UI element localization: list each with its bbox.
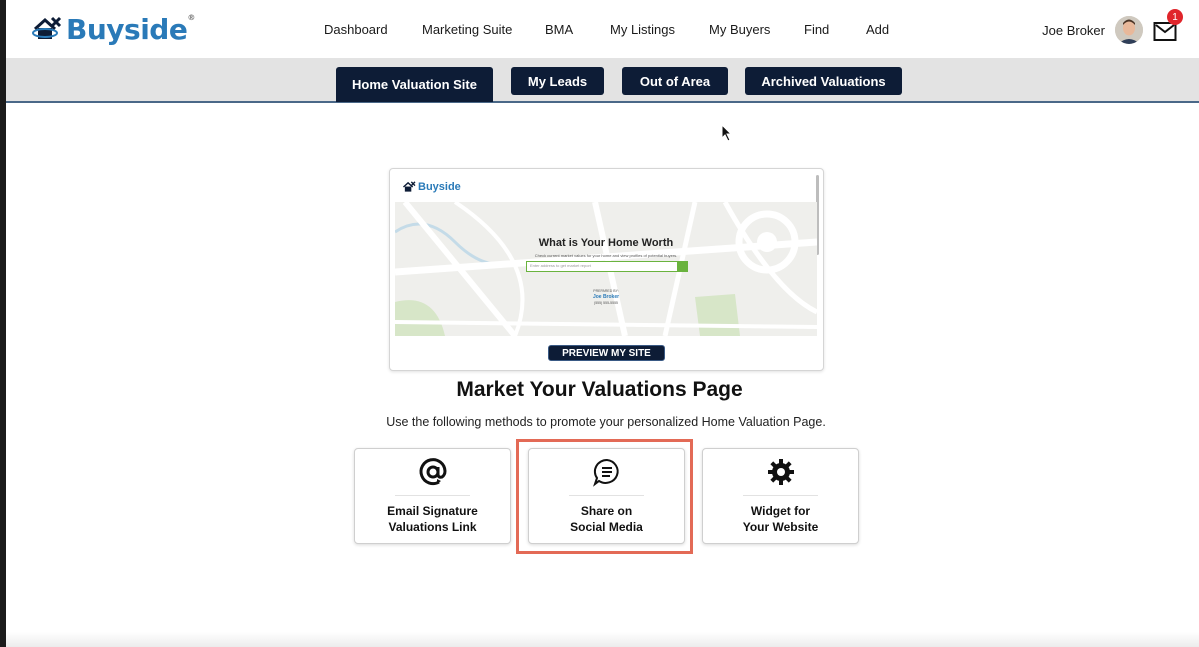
preview-my-site-button[interactable]: PREVIEW MY SITE [548, 345, 665, 361]
email-signature-label: Email Signature Valuations Link [387, 504, 478, 534]
preview-search-icon[interactable] [677, 262, 687, 271]
user-name[interactable]: Joe Broker [1042, 23, 1105, 38]
tab-out-of-area[interactable]: Out of Area [622, 67, 728, 95]
preview-prepared-by: PREPARED BY: [593, 289, 619, 293]
preview-logo-icon [402, 181, 416, 192]
preview-headline: What is Your Home Worth [538, 237, 674, 249]
highlight-box [516, 439, 693, 554]
preview-search-field[interactable]: Enter address to get market report [526, 261, 688, 272]
tab-archived-valuations[interactable]: Archived Valuations [745, 67, 902, 95]
buyside-logo[interactable]: Buyside® [32, 12, 195, 46]
preview-search-placeholder: Enter address to get market report [530, 263, 591, 268]
preview-subline: Check current market values for your hom… [534, 253, 678, 258]
user-menu[interactable]: Joe Broker 1 [1042, 9, 1183, 48]
nav-marketing-suite[interactable]: Marketing Suite [422, 22, 542, 37]
mouse-cursor-icon [721, 124, 733, 142]
nav-dashboard[interactable]: Dashboard [324, 22, 388, 37]
tab-my-leads[interactable]: My Leads [511, 67, 604, 95]
tab-home-valuation-site[interactable]: Home Valuation Site [336, 67, 493, 102]
gear-icon [703, 457, 858, 487]
page-bottom-edge [6, 632, 1199, 647]
nav-add[interactable]: Add [866, 22, 889, 37]
nav-find[interactable]: Find [804, 22, 829, 37]
avatar[interactable] [1115, 16, 1143, 44]
logo-wordmark: Buyside® [66, 12, 195, 46]
page-title: Market Your Valuations Page [456, 378, 743, 401]
card-divider [395, 495, 470, 496]
card-divider [743, 495, 818, 496]
preview-logo-text: Buyside [418, 181, 461, 193]
website-widget-card[interactable]: Widget for Your Website [702, 448, 859, 544]
sub-navigation-bar: Home Valuation Site My Leads Out of Area… [6, 58, 1199, 103]
notification-badge: 1 [1167, 9, 1183, 25]
preview-agent-phone: (555) 555-5555 [594, 301, 618, 305]
messages-button[interactable]: 1 [1151, 9, 1183, 45]
nav-bma[interactable]: BMA [545, 22, 573, 37]
email-signature-card[interactable]: Email Signature Valuations Link [354, 448, 511, 544]
top-navigation-bar: Buyside® Dashboard Marketing Suite BMA M… [6, 0, 1199, 58]
site-preview-card[interactable]: Buyside What is Your Home Worth Check cu… [389, 168, 824, 371]
at-icon [355, 457, 510, 487]
website-widget-label: Widget for Your Website [742, 504, 819, 534]
page-subtitle: Use the following methods to promote you… [386, 415, 826, 429]
preview-logo: Buyside [402, 181, 461, 193]
user-photo-icon [1115, 16, 1143, 44]
buyside-house-icon [32, 16, 62, 39]
nav-my-listings[interactable]: My Listings [610, 22, 700, 37]
preview-map: What is Your Home Worth Check current ma… [395, 202, 817, 336]
nav-my-buyers[interactable]: My Buyers [709, 22, 789, 37]
preview-agent-name: Joe Broker [592, 294, 620, 300]
